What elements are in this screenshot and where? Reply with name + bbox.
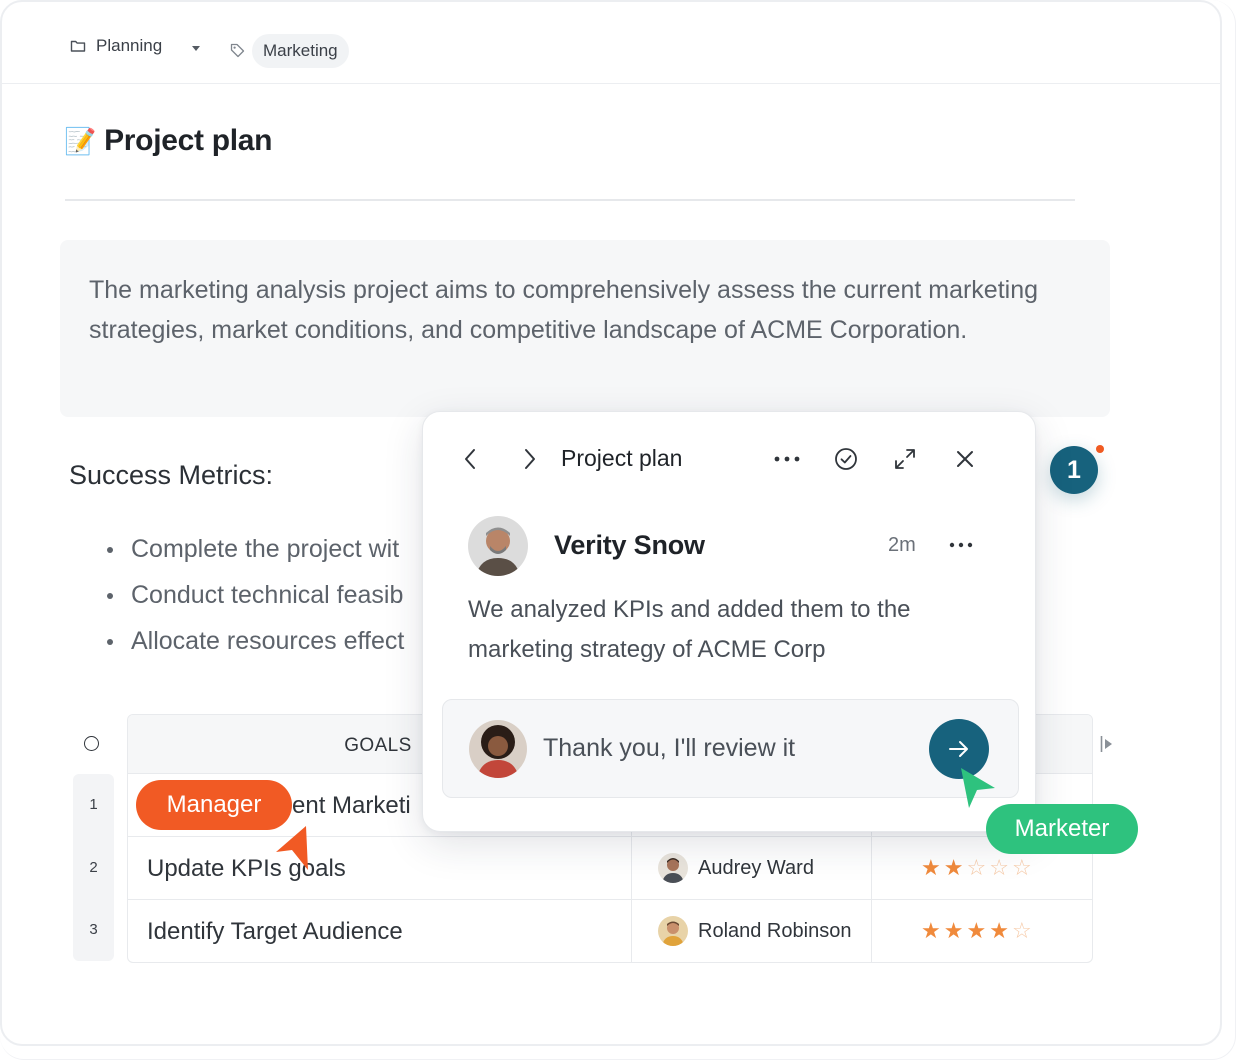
avatar <box>658 853 688 883</box>
assignee-name: Roland Robinson <box>698 919 852 942</box>
star-icon[interactable]: ☆ <box>989 855 1012 880</box>
select-all-radio[interactable] <box>84 736 99 751</box>
reply-input[interactable]: Thank you, I'll review it <box>442 699 1019 798</box>
description-callout: The marketing analysis project aims to c… <box>60 240 1110 417</box>
row-number: 3 <box>89 921 98 938</box>
app-window: Planning Marketing 📝 Project plan The ma… <box>0 0 1222 1046</box>
top-bar: Planning Marketing <box>2 2 1220 84</box>
marketer-cursor-icon <box>961 768 995 808</box>
folder-icon <box>70 40 86 52</box>
close-icon[interactable] <box>955 449 975 469</box>
expand-icon[interactable] <box>894 448 916 470</box>
comment-count-badge[interactable]: 1 <box>1050 446 1098 494</box>
goal-cell[interactable]: Update KPIs goals <box>147 855 346 883</box>
comment-author: Verity Snow <box>554 530 705 560</box>
star-icon[interactable]: ★ <box>921 855 944 880</box>
expand-columns-icon[interactable] <box>1100 735 1114 753</box>
manager-cursor-label: Manager <box>136 780 292 830</box>
metrics-list: Complete the project wit Conduct technic… <box>106 526 404 664</box>
tag-marketing[interactable]: Marketing <box>252 34 349 68</box>
comment-more-icon[interactable] <box>949 542 973 548</box>
comment-message: We analyzed KPIs and added them to the m… <box>468 596 911 663</box>
chevron-right-icon[interactable] <box>523 448 537 470</box>
manager-cursor-icon <box>276 826 308 870</box>
table-row[interactable]: Update KPIs goals Audrey Ward ★★☆☆☆ <box>128 837 1092 900</box>
assignee-cell[interactable]: Roland Robinson <box>658 916 851 946</box>
reply-text[interactable]: Thank you, I'll review it <box>543 734 795 763</box>
star-icon[interactable]: ☆ <box>1012 855 1035 880</box>
list-item: Complete the project wit <box>106 526 404 572</box>
rating-stars[interactable]: ★★★★☆ <box>921 918 1035 944</box>
row-number: 1 <box>89 796 98 813</box>
more-icon[interactable] <box>774 456 800 462</box>
avatar <box>658 916 688 946</box>
chevron-left-icon[interactable] <box>463 448 477 470</box>
unread-dot <box>1096 445 1104 453</box>
avatar <box>468 516 528 576</box>
assignee-name: Audrey Ward <box>698 856 814 879</box>
list-item: Conduct technical feasib <box>106 572 404 618</box>
tag-icon <box>230 43 245 58</box>
goal-cell[interactable]: Identify Target Audience <box>147 918 403 946</box>
memo-icon: 📝 <box>64 125 97 156</box>
page-title: 📝 Project plan <box>64 124 272 158</box>
description-text: The marketing analysis project aims to c… <box>89 276 1039 344</box>
comment-time: 2m <box>888 534 916 556</box>
star-icon[interactable]: ★ <box>921 918 944 943</box>
star-icon[interactable]: ☆ <box>1012 918 1035 943</box>
resolve-check-icon[interactable] <box>834 447 858 471</box>
page-title-text: Project plan <box>104 124 273 157</box>
star-icon[interactable]: ★ <box>966 918 989 943</box>
breadcrumb-planning-label: Planning <box>96 36 163 55</box>
row-number: 2 <box>89 859 98 876</box>
star-icon[interactable]: ★ <box>989 918 1012 943</box>
popup-title: Project plan <box>561 445 683 471</box>
breadcrumb-planning[interactable]: Planning <box>70 36 162 56</box>
rating-stars[interactable]: ★★☆☆☆ <box>921 855 1035 881</box>
list-item: Allocate resources effect <box>106 618 404 664</box>
title-divider <box>65 199 1075 201</box>
comment-popup: Project plan Verity Snow 2m We analyzed … <box>422 411 1036 832</box>
table-row[interactable]: Identify Target Audience Roland Robinson… <box>128 900 1092 962</box>
chevron-down-icon[interactable] <box>192 46 200 51</box>
star-icon[interactable]: ★ <box>944 855 967 880</box>
metrics-heading: Success Metrics: <box>69 460 274 490</box>
star-icon[interactable]: ☆ <box>966 855 989 880</box>
arrow-right-icon <box>949 741 968 757</box>
row-numbers: 1 2 3 <box>73 774 114 961</box>
goal-cell[interactable]: ent Marketi <box>292 792 411 820</box>
marketer-cursor-label: Marketer <box>986 804 1138 854</box>
assignee-cell[interactable]: Audrey Ward <box>658 853 814 883</box>
avatar <box>469 720 527 778</box>
star-icon[interactable]: ★ <box>944 918 967 943</box>
